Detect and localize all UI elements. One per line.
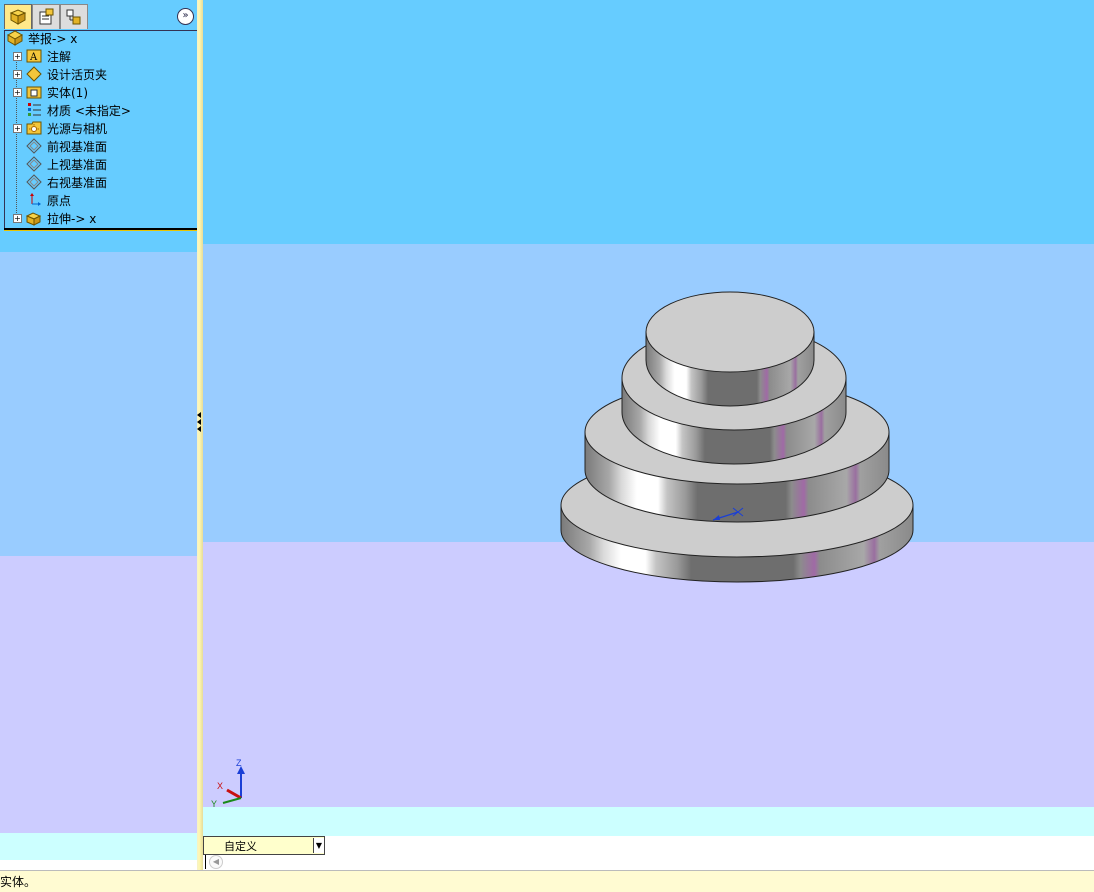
splitter-grip-icon xyxy=(197,419,201,425)
design-binder-icon xyxy=(26,66,42,82)
feature-tree-icon xyxy=(9,9,27,25)
stepped-cylinder-model[interactable]: Z X Y xyxy=(203,0,1094,836)
tree-item-solid-bodies[interactable]: + 实体(1) xyxy=(13,83,88,101)
expand-toggle[interactable]: + xyxy=(13,87,22,97)
nav-separator xyxy=(205,855,206,869)
property-manager-tab[interactable] xyxy=(32,4,60,29)
annotations-icon: A xyxy=(26,48,42,64)
expand-toggle[interactable]: + xyxy=(13,123,22,133)
splitter-grip-icon xyxy=(197,426,201,432)
svg-text:A: A xyxy=(29,52,38,63)
dropdown-arrow-icon[interactable]: ▼ xyxy=(313,838,324,853)
origin-icon xyxy=(26,192,42,208)
solid-bodies-icon xyxy=(26,84,42,100)
tree-item-label: 注解 xyxy=(47,49,72,64)
expand-toggle[interactable]: + xyxy=(13,213,22,223)
triad-z-label: Z xyxy=(236,758,242,768)
graphics-viewport[interactable]: Z X Y xyxy=(203,0,1094,836)
property-manager-icon xyxy=(39,8,54,25)
expand-toggle[interactable]: + xyxy=(13,51,22,61)
tree-item-label: 右视基准面 xyxy=(47,175,108,190)
splitter-grip-icon xyxy=(197,412,201,418)
tree-item-lights-cameras[interactable]: + 光源与相机 xyxy=(13,119,107,137)
tree-item-material[interactable]: 材质 <未指定> xyxy=(13,101,131,119)
tree-item-front-plane[interactable]: 前视基准面 xyxy=(13,137,107,155)
status-bar: 实体。 xyxy=(0,870,1094,892)
panel-band-lower xyxy=(0,556,199,833)
material-icon xyxy=(26,102,42,118)
tree-item-top-plane[interactable]: 上视基准面 xyxy=(13,155,107,173)
collapse-panel-button[interactable]: » xyxy=(177,8,194,25)
panel-band-white xyxy=(0,860,199,870)
tree-item-label: 上视基准面 xyxy=(47,157,108,172)
tree-root-label: 举报-> x xyxy=(28,31,78,46)
tree-item-extrude[interactable]: + 拉伸-> x xyxy=(13,209,96,227)
tree-item-design-binder[interactable]: + 设计活页夹 xyxy=(13,65,107,83)
tree-divider-highlight xyxy=(4,230,197,231)
part-icon xyxy=(7,30,23,46)
plane-icon xyxy=(26,156,42,172)
tree-item-label: 前视基准面 xyxy=(47,139,108,154)
tree-item-label: 设计活页夹 xyxy=(47,67,108,82)
plane-icon xyxy=(26,138,42,154)
extrude-icon xyxy=(26,210,42,226)
cylinder-tier-4 xyxy=(645,291,815,407)
tree-item-origin[interactable]: 原点 xyxy=(13,191,71,209)
triad-x-label: X xyxy=(217,781,223,791)
configuration-manager-icon xyxy=(66,9,81,25)
sheet-navigation: ◀ xyxy=(203,854,225,870)
tree-item-label: 拉伸-> x xyxy=(47,211,97,226)
feature-manager-panel: » 举报-> x + A 注解 + 设计活页夹 + 实体(1) 材质 <未指定>… xyxy=(0,0,199,870)
tree-item-label: 材质 <未指定> xyxy=(47,103,131,118)
configuration-manager-tab[interactable] xyxy=(60,4,88,29)
tree-item-label: 光源与相机 xyxy=(47,121,108,136)
view-orientation-value: 自定义 xyxy=(224,839,257,853)
previous-arrow-icon[interactable]: ◀ xyxy=(209,855,223,869)
plane-icon xyxy=(26,174,42,190)
tree-item-annotations[interactable]: + A 注解 xyxy=(13,47,71,65)
view-orientation-dropdown[interactable]: 自定义 ▼ xyxy=(203,836,325,855)
panel-band-bottom xyxy=(0,833,199,860)
tree-root[interactable]: 举报-> x xyxy=(7,29,77,47)
expand-toggle[interactable]: + xyxy=(13,69,22,79)
tree-item-label: 原点 xyxy=(47,193,72,208)
feature-tree: 举报-> x + A 注解 + 设计活页夹 + 实体(1) 材质 <未指定> +… xyxy=(4,30,198,229)
tree-item-label: 实体(1) xyxy=(47,85,88,100)
lights-cameras-icon xyxy=(26,120,42,136)
orientation-triad-icon: Z X Y xyxy=(211,758,245,809)
tree-item-right-plane[interactable]: 右视基准面 xyxy=(13,173,107,191)
double-chevron-right-icon: » xyxy=(182,10,189,21)
status-text: 实体。 xyxy=(0,875,37,889)
panel-tab-strip: » xyxy=(2,4,197,30)
panel-band-middle xyxy=(0,252,199,556)
viewport-bottom-bar: 自定义 ▼ ◀ xyxy=(203,836,1094,870)
feature-manager-tab[interactable] xyxy=(4,4,32,29)
triad-y-label: Y xyxy=(211,799,217,809)
